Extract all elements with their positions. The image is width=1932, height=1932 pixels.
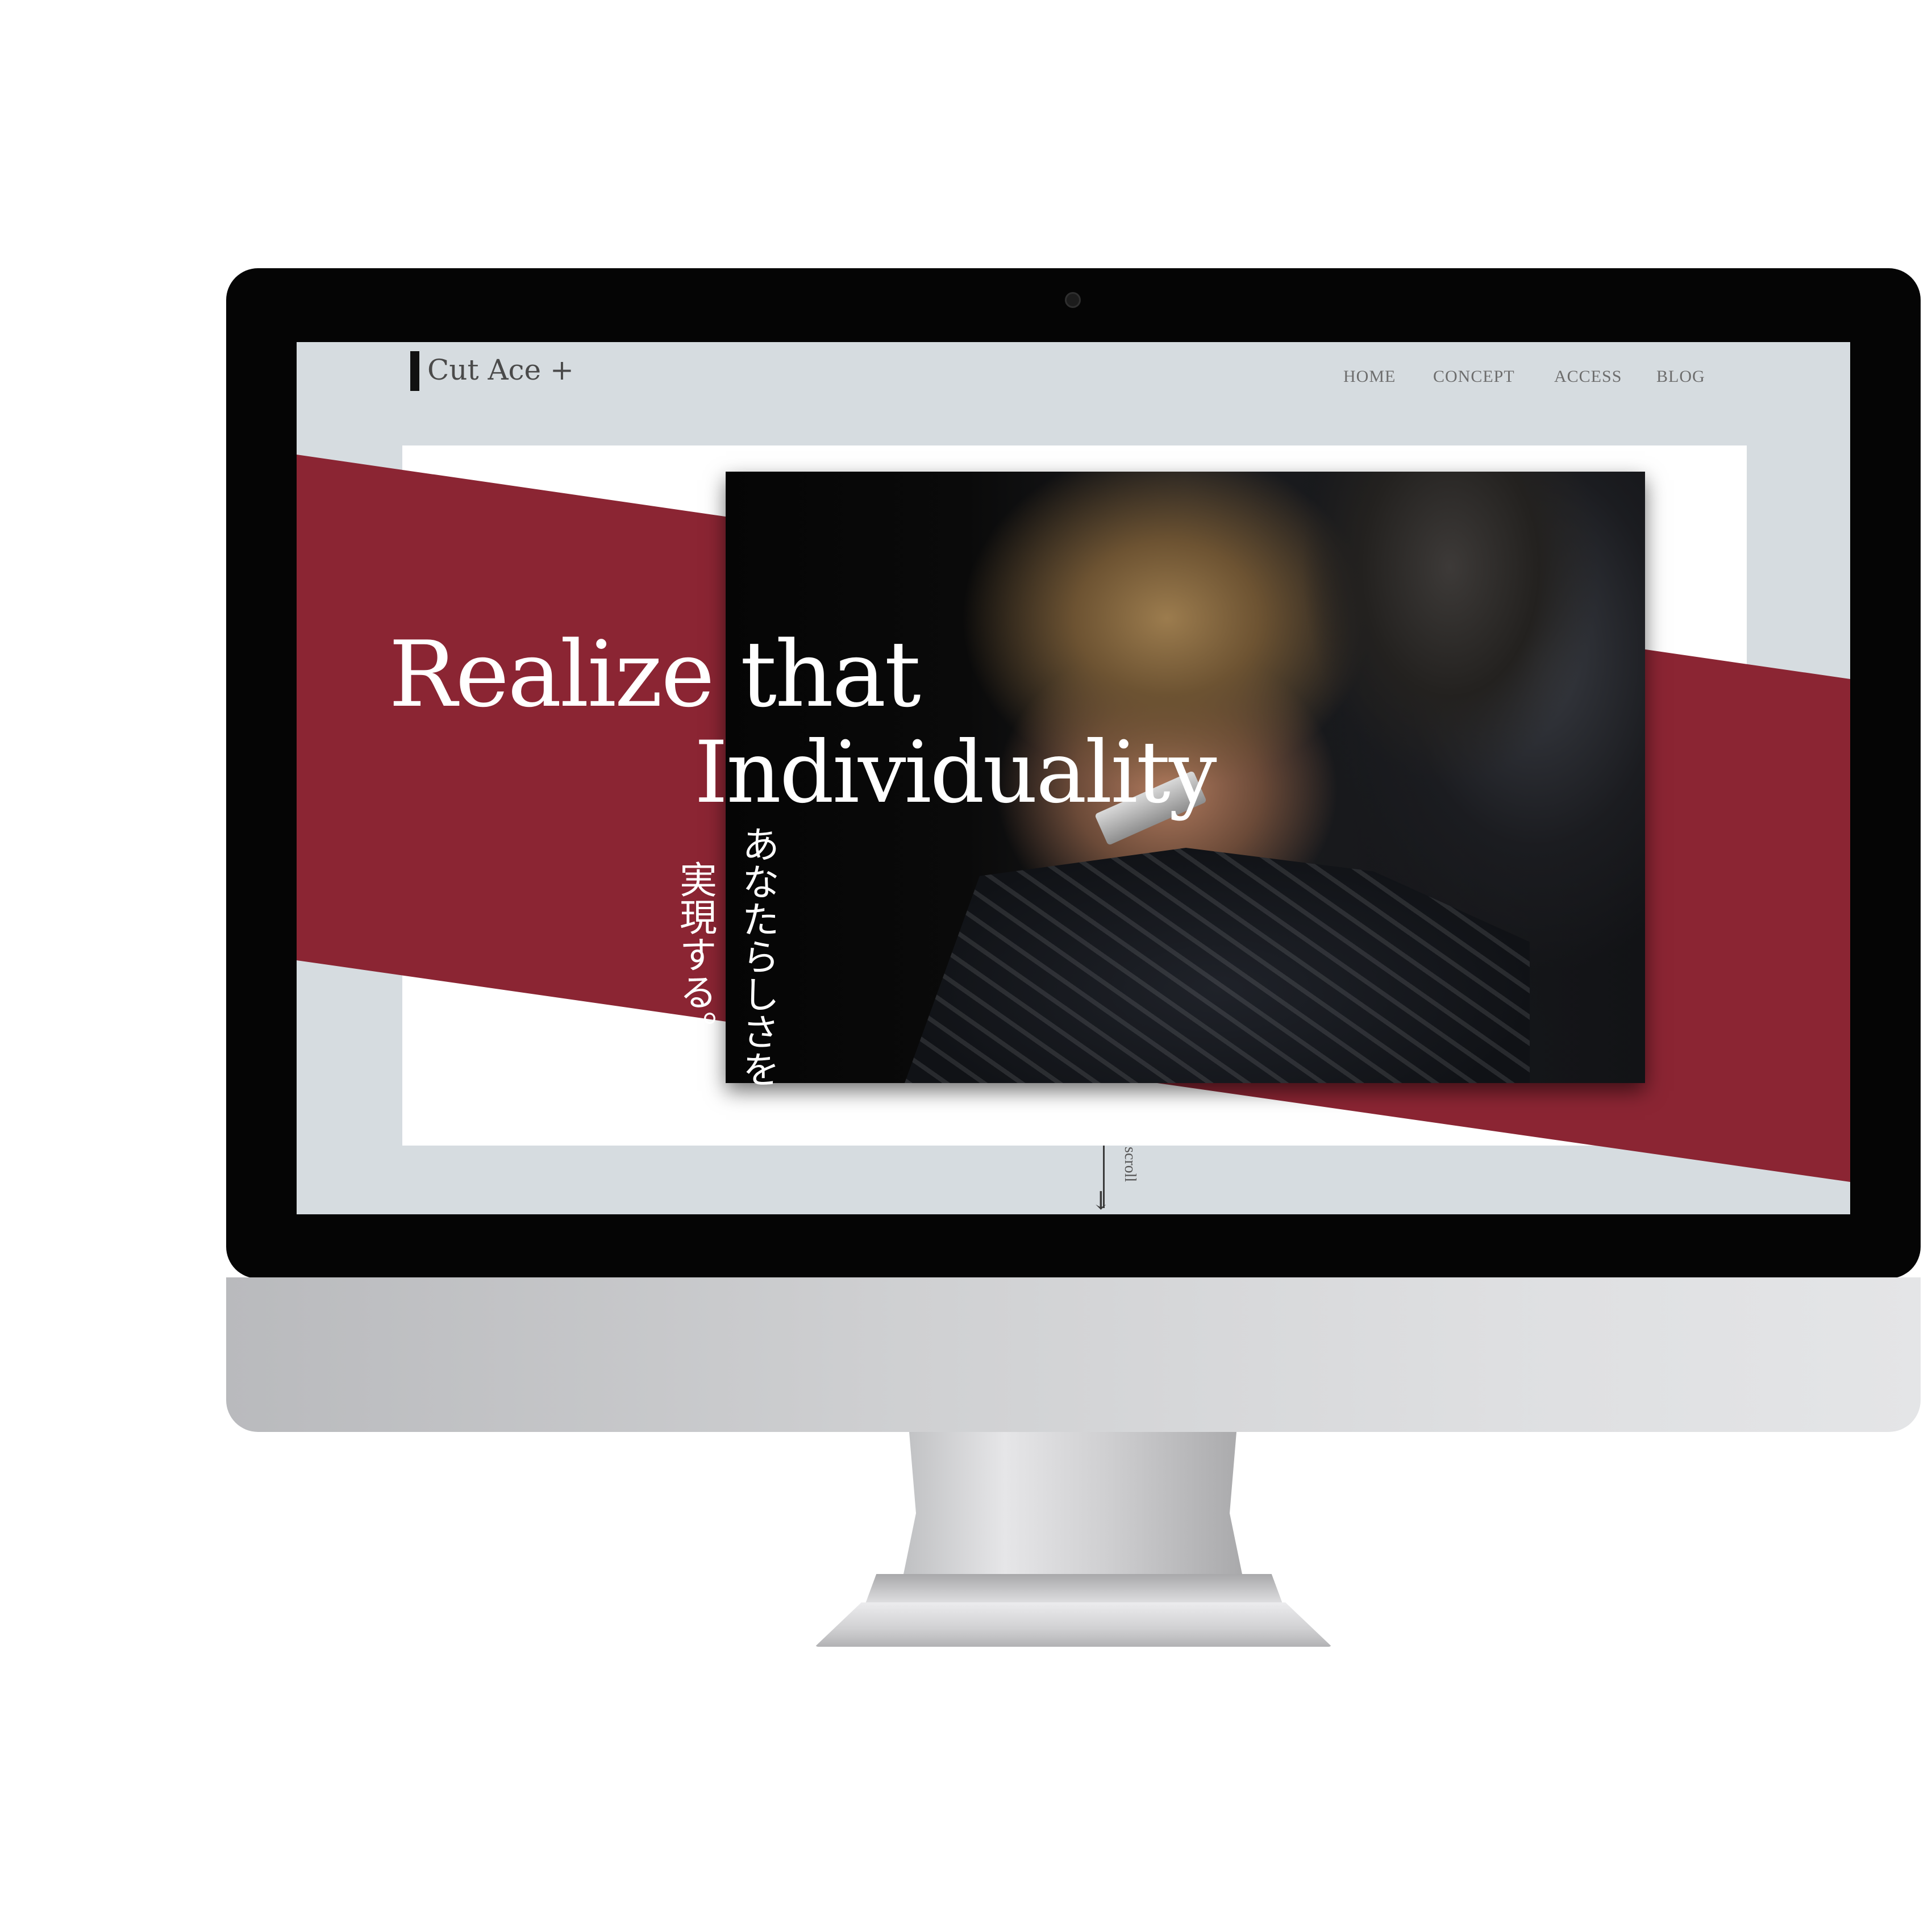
nav-concept[interactable]: CONCEPT <box>1433 367 1515 386</box>
webcam-icon <box>1065 292 1081 308</box>
website-screen: Cut Ace + HOME CONCEPT ACCESS BLOG Reali… <box>297 342 1850 1214</box>
nav-home[interactable]: HOME <box>1343 367 1396 386</box>
nav-blog[interactable]: BLOG <box>1656 367 1705 386</box>
site-logo[interactable]: Cut Ace + <box>427 353 574 386</box>
monitor-stand <box>902 1432 1243 1580</box>
monitor-stand-base <box>815 1602 1332 1647</box>
monitor-chin <box>226 1277 1921 1432</box>
hero-jp-line2: 実現する。 <box>673 860 717 1048</box>
arrow-down-icon[interactable]: ↓ <box>1090 1189 1111 1214</box>
logo-mark <box>410 351 419 391</box>
hero-headline-line2: Individuality <box>694 723 1217 822</box>
nav-access[interactable]: ACCESS <box>1554 367 1622 386</box>
hero-headline-line1: Realize that <box>389 621 921 727</box>
barber-arm <box>1291 472 1609 790</box>
scroll-label[interactable]: scroll <box>1121 1147 1139 1182</box>
hero-jp-line1: あなたらしさを <box>736 825 780 1088</box>
